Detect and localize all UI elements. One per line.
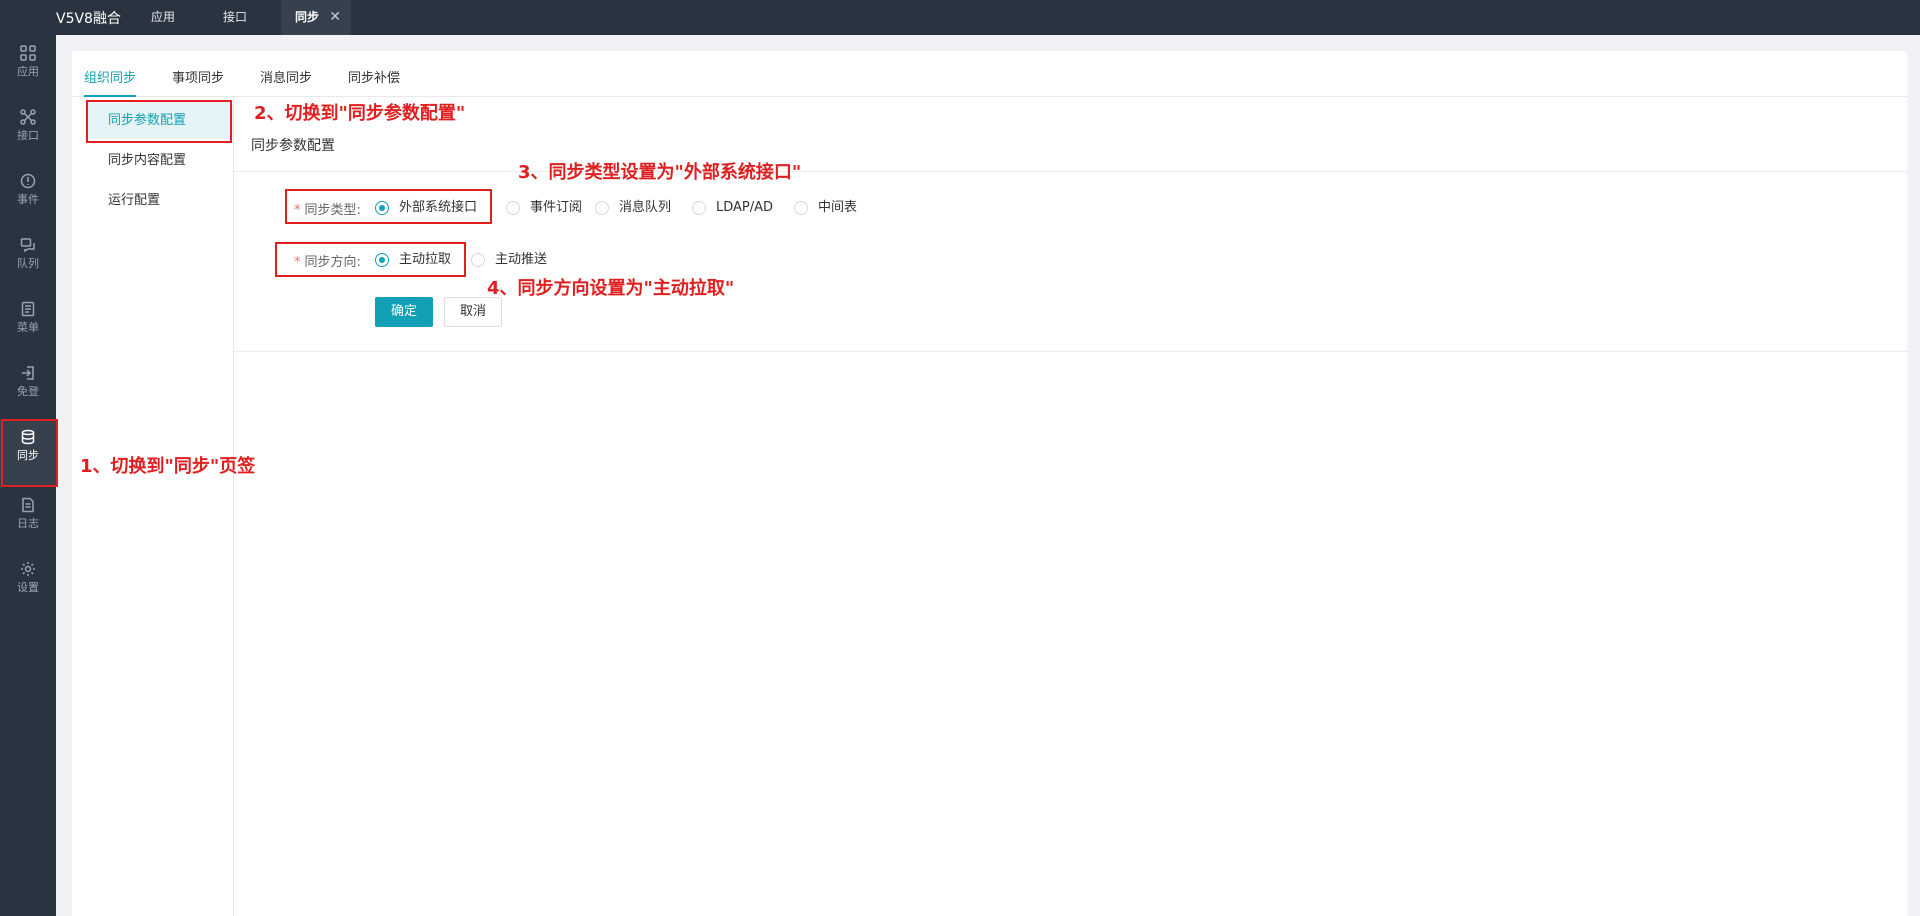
rail-label: 应用	[17, 65, 39, 78]
rail-item-menu[interactable]: 菜单	[0, 291, 56, 355]
divider	[234, 351, 1907, 352]
subtab-org-sync[interactable]: 组织同步	[84, 67, 137, 97]
subtab-sync-compensation[interactable]: 同步补偿	[348, 67, 400, 97]
top-bar: V5V8融合 应用 接口 同步 ✕	[0, 0, 1920, 35]
login-icon	[22, 366, 34, 380]
rail-item-log[interactable]: 日志	[0, 487, 56, 551]
subtab-bar: 组织同步 事项同步 消息同步 同步补偿	[72, 51, 1907, 97]
rail-label: 免登	[17, 385, 39, 398]
radio-active-push[interactable]: 主动推送	[471, 251, 551, 269]
rail-label: 设置	[17, 581, 39, 594]
side-menu: 同步参数配置 同步内容配置 运行配置	[72, 97, 234, 916]
tab-interface[interactable]: 接口	[205, 0, 265, 35]
annotation-step1: 1、切换到"同步"页签	[80, 456, 256, 477]
rail-label: 接口	[17, 129, 39, 142]
rail-item-apps[interactable]: 应用	[0, 35, 56, 99]
radio-label: 主动推送	[495, 252, 548, 267]
tab-sync[interactable]: 同步 ✕	[281, 0, 351, 35]
menu-item-run-config[interactable]: 运行配置	[88, 183, 232, 219]
radio-unchecked-icon	[692, 201, 706, 215]
annotation-step2: 2、切换到"同步参数配置"	[254, 103, 466, 124]
radio-unchecked-icon	[471, 253, 485, 267]
rail-item-event[interactable]: 事件	[0, 163, 56, 227]
confirm-button[interactable]: 确定	[375, 297, 433, 327]
rail-item-login[interactable]: 免登	[0, 355, 56, 419]
radio-ldap-ad[interactable]: LDAP/AD	[692, 199, 782, 217]
tab-label: 应用	[150, 10, 175, 24]
rail-label: 事件	[17, 193, 39, 206]
annotation-box-sync-params	[86, 100, 232, 143]
radio-unchecked-icon	[595, 201, 609, 215]
rail-item-settings[interactable]: 设置	[0, 551, 56, 615]
subtab-item-sync[interactable]: 事项同步	[172, 67, 224, 97]
close-icon[interactable]: ✕	[329, 0, 341, 35]
radio-label: 消息队列	[619, 200, 672, 215]
radio-unchecked-icon	[506, 201, 520, 215]
annotation-box-sync-direction	[275, 242, 466, 277]
log-icon	[22, 497, 34, 513]
annotation-box-sync-type	[285, 189, 492, 224]
rail-item-queue[interactable]: 队列	[0, 227, 56, 291]
tab-apps[interactable]: 应用	[133, 0, 193, 35]
annotation-box-sync-tab	[1, 419, 58, 487]
divider	[234, 171, 1907, 172]
menu-icon	[21, 301, 35, 317]
rail-label: 日志	[17, 517, 39, 530]
subtab-message-sync[interactable]: 消息同步	[260, 67, 312, 97]
interface-icon	[20, 109, 36, 125]
annotation-step4: 4、同步方向设置为"主动拉取"	[487, 278, 735, 299]
radio-label: 事件订阅	[530, 200, 583, 215]
radio-unchecked-icon	[794, 201, 808, 215]
rail-label: 队列	[17, 257, 39, 270]
apps-icon	[20, 45, 36, 61]
menu-item-sync-content[interactable]: 同步内容配置	[88, 143, 232, 179]
main-card: 组织同步 事项同步 消息同步 同步补偿 同步参数配置 同步内容配置 运行配置 同…	[72, 51, 1907, 916]
queue-icon	[20, 238, 35, 253]
radio-event-subscription[interactable]: 事件订阅	[506, 199, 586, 217]
rail-label: 菜单	[17, 321, 39, 334]
app-title: V5V8融合	[56, 11, 121, 27]
tab-label: 接口	[222, 10, 247, 24]
annotation-step3: 3、同步类型设置为"外部系统接口"	[518, 162, 802, 183]
section-title: 同步参数配置	[251, 138, 335, 154]
cancel-button[interactable]: 取消	[444, 297, 502, 327]
rail-item-interface[interactable]: 接口	[0, 99, 56, 163]
radio-label: LDAP/AD	[716, 200, 774, 215]
radio-middle-table[interactable]: 中间表	[794, 199, 864, 217]
radio-message-queue[interactable]: 消息队列	[595, 199, 675, 217]
radio-label: 中间表	[818, 200, 858, 215]
gear-icon	[21, 562, 35, 576]
tab-label: 同步	[295, 10, 320, 24]
alert-icon	[20, 173, 36, 189]
